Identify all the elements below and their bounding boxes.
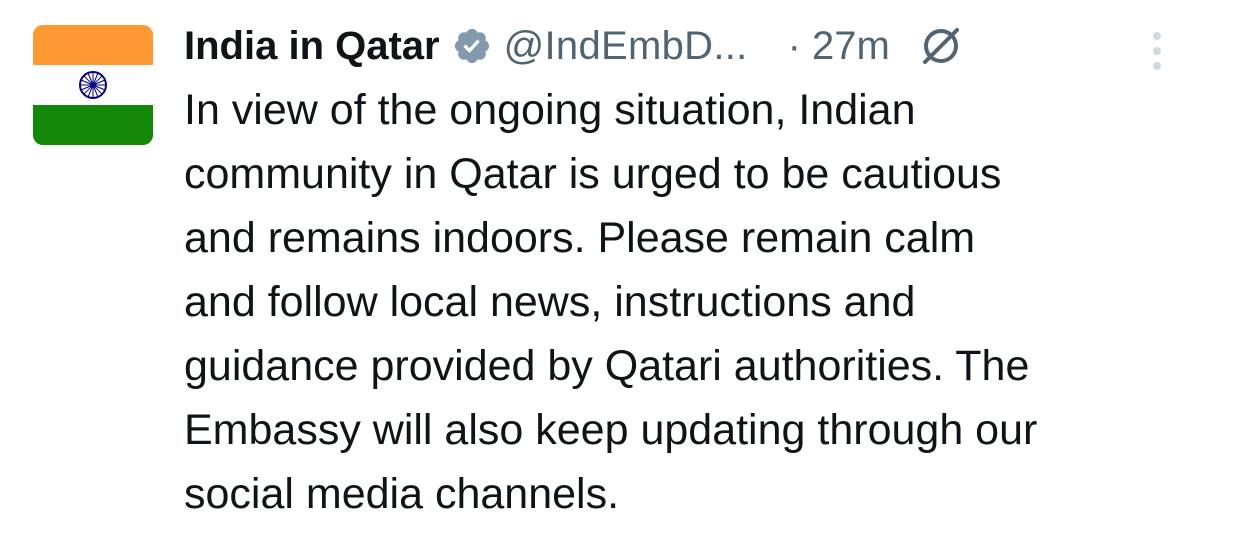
tweet-text: In view of the ongoing situation, Indian… [184, 78, 1204, 526]
tweet-text-line: and remains indoors. Please remain calm [184, 214, 976, 262]
tweet-text-line: and follow local news, instructions and [184, 278, 916, 326]
tweet-text-line: Embassy will also keep updating through … [184, 406, 1038, 454]
flag-green-stripe [33, 105, 153, 145]
tweet-header: India in Qatar @IndEmbD... · 27m [184, 18, 966, 74]
grok-icon[interactable] [916, 21, 966, 71]
timestamp[interactable]: · 27m [788, 24, 890, 69]
user-handle[interactable]: @IndEmbD... [504, 24, 748, 69]
tweet-text-line: community in Qatar is urged to be cautio… [184, 150, 1002, 198]
ashoka-chakra-icon [79, 71, 107, 99]
tweet-text-line: guidance provided by Qatari authorities.… [184, 342, 1030, 390]
more-options-icon[interactable] [1146, 30, 1168, 72]
tweet-text-line: social media channels. [184, 470, 620, 518]
verified-badge-icon[interactable] [452, 26, 492, 66]
flag-saffron-stripe [33, 25, 153, 65]
avatar[interactable] [33, 25, 153, 145]
tweet-text-line: In view of the ongoing situation, Indian [184, 86, 916, 134]
tweet-card[interactable]: India in Qatar @IndEmbD... · 27m In view… [0, 0, 1234, 557]
display-name[interactable]: India in Qatar [184, 24, 440, 69]
